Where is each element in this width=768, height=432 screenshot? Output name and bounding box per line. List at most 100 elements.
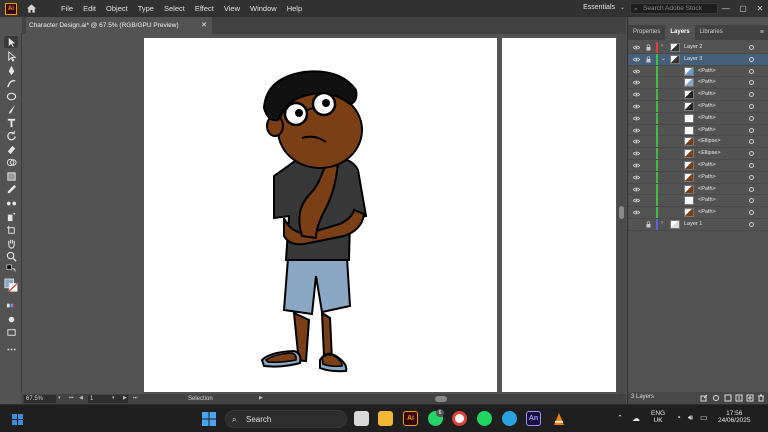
visibility-eye-icon[interactable] <box>633 69 640 74</box>
zoom-dropdown-icon[interactable]: ▾ <box>58 395 61 401</box>
layer-name[interactable]: <Ellipse> <box>698 150 721 156</box>
layer-name[interactable]: Layer 2 <box>684 44 702 50</box>
menu-effect[interactable]: Effect <box>190 4 219 13</box>
rotate-tool-icon[interactable] <box>4 129 18 141</box>
artboard-2[interactable] <box>502 38 616 392</box>
layer-name[interactable]: <Path> <box>698 162 716 168</box>
target-circle-icon[interactable] <box>749 186 754 192</box>
layer-row-sublayer[interactable]: <Path> <box>628 65 768 78</box>
paintbrush-tool-icon[interactable] <box>4 103 18 115</box>
delete-layer-icon[interactable] <box>757 394 765 402</box>
layer-row-sublayer[interactable]: <Path> <box>628 77 768 90</box>
file-explorer-icon[interactable] <box>378 411 393 426</box>
start-icon[interactable] <box>202 412 216 426</box>
tab-close-icon[interactable]: ✕ <box>201 21 207 29</box>
menu-type[interactable]: Type <box>133 4 159 13</box>
layer-row-sublayer[interactable]: <Path> <box>628 100 768 113</box>
eyedropper-tool-icon[interactable] <box>4 183 18 195</box>
type-tool-icon[interactable] <box>4 116 18 128</box>
layer-name[interactable]: <Path> <box>698 127 716 133</box>
artboard-dropdown-icon[interactable]: ▾ <box>112 395 115 401</box>
shape-builder-tool-icon[interactable] <box>4 156 18 168</box>
battery-icon[interactable]: ▭ <box>700 413 708 422</box>
target-circle-icon[interactable] <box>749 162 754 168</box>
target-circle-icon[interactable] <box>749 56 754 62</box>
new-layer-icon[interactable] <box>746 394 754 402</box>
menu-object[interactable]: Object <box>101 4 133 13</box>
target-circle-icon[interactable] <box>749 80 754 86</box>
widgets-icon[interactable] <box>11 413 24 426</box>
visibility-eye-icon[interactable] <box>633 151 640 156</box>
panel-menu-icon[interactable]: ≡ <box>760 29 764 36</box>
layer-row-sublayer[interactable]: <Path> <box>628 207 768 219</box>
layer-row-top[interactable]: › Layer 2 <box>628 42 768 54</box>
layer-row-sublayer[interactable]: <Path> <box>628 89 768 101</box>
chevron-down-icon[interactable]: ⌄ <box>661 55 666 62</box>
horizontal-scroll-thumb[interactable] <box>435 396 447 402</box>
visibility-eye-icon[interactable] <box>633 80 640 85</box>
first-artboard-icon[interactable]: ⏮ <box>69 395 74 401</box>
artboard-1[interactable] <box>144 38 497 392</box>
menu-view[interactable]: View <box>219 4 245 13</box>
layer-name[interactable]: <Path> <box>698 186 716 192</box>
chevron-right-icon[interactable]: › <box>661 43 663 49</box>
layer-row-sublayer[interactable]: <Path> <box>628 183 768 196</box>
character-illustration[interactable] <box>144 38 497 392</box>
layer-name[interactable]: <Path> <box>698 115 716 121</box>
vertical-scrollbar[interactable] <box>617 34 626 394</box>
target-circle-icon[interactable] <box>749 198 754 204</box>
chrome-icon[interactable] <box>452 411 467 426</box>
layer-name[interactable]: <Path> <box>698 68 716 74</box>
target-circle-icon[interactable] <box>749 174 754 180</box>
last-artboard-icon[interactable]: ⏭ <box>133 395 138 401</box>
target-circle-icon[interactable] <box>749 151 754 157</box>
layer-name[interactable]: <Path> <box>698 197 716 203</box>
language-indicator[interactable]: ENG UK <box>651 410 665 424</box>
taskbar-search[interactable]: ⌕ Search <box>225 410 347 428</box>
layer-name[interactable]: Layer 1 <box>684 221 702 227</box>
lock-icon[interactable] <box>646 56 651 63</box>
close-icon[interactable]: ✕ <box>752 0 768 17</box>
menu-file[interactable]: File <box>56 4 78 13</box>
maximize-icon[interactable]: ▢ <box>735 0 751 17</box>
visibility-eye-icon[interactable] <box>633 45 640 50</box>
visibility-eye-icon[interactable] <box>633 175 640 180</box>
layer-row-top[interactable]: ⌄ Layer 3 <box>628 53 768 66</box>
visibility-eye-icon[interactable] <box>633 92 640 97</box>
vlc-icon[interactable] <box>551 411 566 426</box>
illustrator-taskbar-icon[interactable]: Ai <box>403 411 418 426</box>
visibility-eye-icon[interactable] <box>633 104 640 109</box>
visibility-eye-icon[interactable] <box>633 187 640 192</box>
target-circle-icon[interactable] <box>749 45 754 50</box>
prev-artboard-icon[interactable]: ◀ <box>79 395 83 401</box>
target-circle-icon[interactable] <box>749 103 754 109</box>
target-circle-icon[interactable] <box>749 92 754 98</box>
next-artboard-icon[interactable]: ▶ <box>123 395 127 401</box>
visibility-eye-icon[interactable] <box>633 57 640 62</box>
wifi-icon[interactable]: ◔ <box>676 413 681 422</box>
menu-help[interactable]: Help <box>282 4 307 13</box>
color-mode-icon[interactable] <box>4 299 18 311</box>
layer-name[interactable]: <Ellipse> <box>698 138 721 144</box>
target-circle-icon[interactable] <box>749 221 754 227</box>
layer-row-sublayer[interactable]: <Path> <box>628 124 768 137</box>
target-circle-icon[interactable] <box>749 139 754 145</box>
visibility-eye-icon[interactable] <box>633 210 640 215</box>
symbol-sprayer-tool-icon[interactable] <box>4 210 18 222</box>
artboard-number-field[interactable]: 1 <box>88 395 128 403</box>
screen-mode-icon[interactable] <box>4 326 18 338</box>
target-circle-icon[interactable] <box>749 127 754 133</box>
layer-name[interactable]: <Path> <box>698 79 716 85</box>
task-view-icon[interactable] <box>354 411 369 426</box>
gradient-tool-icon[interactable] <box>4 170 18 182</box>
workspace-switcher[interactable]: Essentials <box>583 4 615 11</box>
tray-overflow-icon[interactable]: ⌃ <box>617 414 623 422</box>
fill-stroke-swatch-icon[interactable] <box>4 276 18 296</box>
menu-window[interactable]: Window <box>245 4 282 13</box>
spotify-icon[interactable] <box>477 411 492 426</box>
layer-row-sublayer[interactable]: <Path> <box>628 112 768 125</box>
visibility-eye-icon[interactable] <box>633 163 640 168</box>
visibility-eye-icon[interactable] <box>633 139 640 144</box>
lock-icon[interactable] <box>646 44 651 51</box>
clipping-mask-icon[interactable] <box>724 394 732 402</box>
